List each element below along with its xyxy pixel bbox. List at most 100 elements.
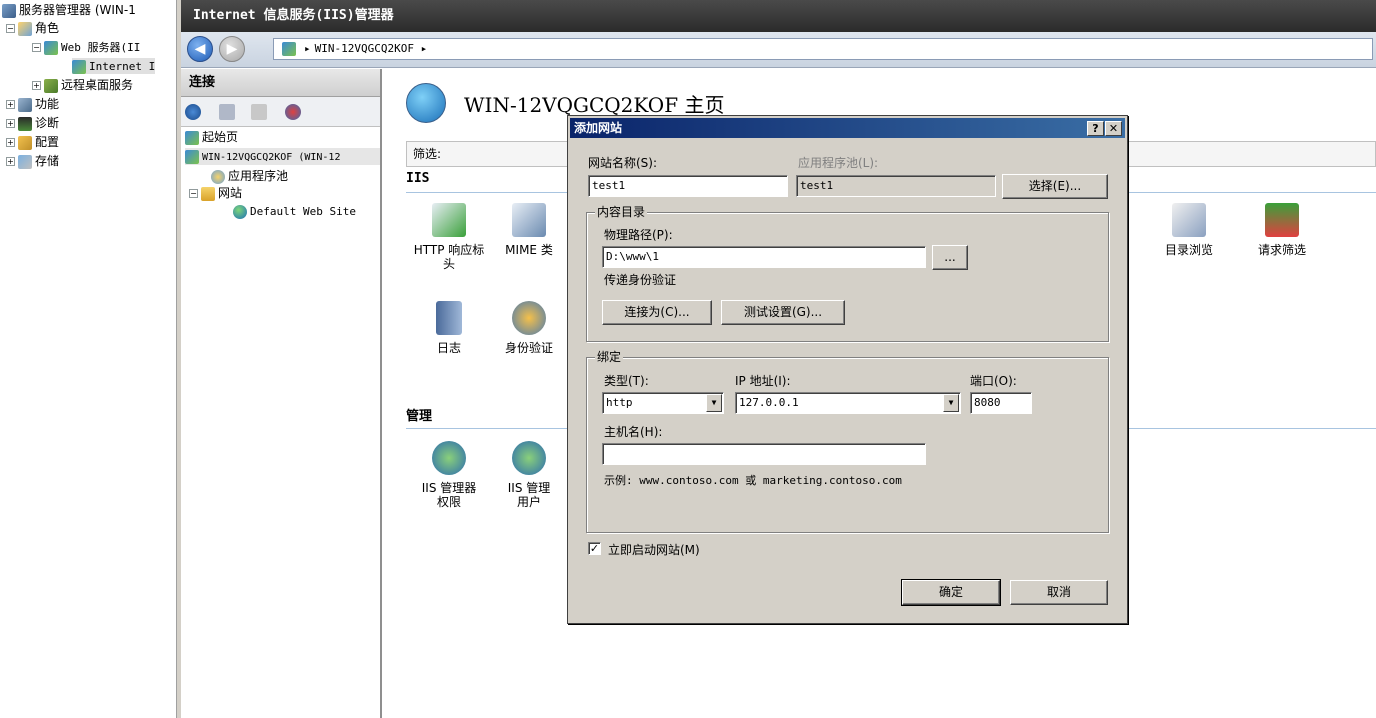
expand-icon[interactable]: + (6, 138, 15, 147)
rds-icon (44, 78, 58, 93)
collapse-icon[interactable]: − (6, 24, 15, 33)
feature-iis-manager-users[interactable]: IIS 管理 用户 (489, 441, 569, 509)
browse-button[interactable]: ... (932, 245, 968, 270)
test-settings-button[interactable]: 测试设置(G)... (721, 300, 845, 325)
server-icon (282, 42, 296, 56)
address-bar: ◀ ▶ ▸ WIN-12VQGCQ2KOF ▸ (181, 32, 1376, 68)
server-icon (185, 149, 199, 164)
feature-mime[interactable]: MIME 类 (489, 203, 569, 257)
expand-icon[interactable]: + (6, 157, 15, 166)
start-now-checkbox[interactable]: ✓ (588, 542, 601, 555)
server-globe-icon (406, 83, 446, 123)
web-server-icon (44, 40, 58, 55)
add-website-dialog: 添加网站 ? ✕ 网站名称(S): test1 应用程序池(L): test1 … (567, 115, 1128, 624)
start-now-label: 立即启动网站(M) (608, 543, 700, 557)
feature-http-headers[interactable]: HTTP 响应标 头 (404, 203, 494, 271)
select-app-pool-button[interactable]: 选择(E)... (1002, 174, 1108, 199)
tree-item-app-pools[interactable]: 应用程序池 (211, 168, 288, 185)
port-label: 端口(O): (970, 374, 1017, 388)
connect-as-button[interactable]: 连接为(C)... (602, 300, 712, 325)
tree-item-start-page[interactable]: 起始页 (185, 129, 238, 146)
port-field[interactable]: 8080 (970, 392, 1032, 414)
storage-icon (18, 154, 32, 169)
tree-item-server-manager[interactable]: 服务器管理器 (WIN-1 (2, 2, 136, 18)
physical-path-label: 物理路径(P): (604, 228, 673, 242)
host-name-field[interactable] (602, 443, 926, 465)
connections-pane: 连接 起始页 WIN-12VQGCQ2KOF (WIN-12 应用程序池 − 网站… (181, 69, 382, 718)
feature-directory-browsing[interactable]: 目录浏览 (1144, 203, 1234, 257)
iis-title-bar: Internet 信息服务(IIS)管理器 (181, 0, 1376, 32)
pass-through-auth-label: 传递身份验证 (604, 273, 677, 287)
server-manager-icon (2, 3, 16, 18)
authentication-icon (512, 301, 546, 335)
dialog-title-bar: 添加网站 ? ✕ (570, 118, 1125, 138)
app-pool-label: 应用程序池(L): (798, 156, 879, 170)
start-page-icon (185, 130, 199, 145)
diagnostics-icon (18, 116, 32, 131)
host-name-example: 示例: www.contoso.com 或 marketing.contoso.… (604, 474, 902, 487)
forward-button[interactable]: ▶ (219, 36, 245, 62)
sites-folder-icon (201, 186, 215, 201)
tree-item-rds[interactable]: + 远程桌面服务 (32, 77, 133, 93)
type-select[interactable]: http ▼ (602, 392, 724, 414)
tree-item-server[interactable]: WIN-12VQGCQ2KOF (WIN-12 (185, 148, 380, 165)
ip-address-label: IP 地址(I): (735, 374, 791, 388)
feature-request-filtering[interactable]: 请求筛选 (1237, 203, 1327, 257)
tree-item-features[interactable]: + 功能 (6, 96, 59, 112)
back-button[interactable]: ◀ (187, 36, 213, 62)
host-name-label: 主机名(H): (604, 425, 663, 439)
section-management-heading: 管理 (406, 409, 433, 424)
help-button[interactable]: ? (1087, 121, 1104, 136)
features-icon (18, 97, 32, 112)
tree-item-roles[interactable]: − 角色 (6, 20, 59, 36)
directory-browsing-icon (1172, 203, 1206, 237)
request-filtering-icon (1265, 203, 1299, 237)
close-button[interactable]: ✕ (1105, 121, 1122, 136)
http-headers-icon (432, 203, 466, 237)
tree-item-storage[interactable]: + 存储 (6, 153, 59, 169)
physical-path-field[interactable]: D:\www\1 (602, 246, 926, 268)
ok-button[interactable]: 确定 (901, 579, 1001, 606)
address-box[interactable]: ▸ WIN-12VQGCQ2KOF ▸ (273, 38, 1373, 60)
iis-icon (72, 59, 86, 74)
connect-icon[interactable] (185, 104, 201, 120)
tree-item-default-web-site[interactable]: Default Web Site (233, 203, 356, 220)
disconnect-icon[interactable] (285, 104, 301, 120)
users-icon (512, 441, 546, 475)
app-pool-field: test1 (796, 175, 996, 197)
breadcrumb-arrow-icon: ▸ (304, 42, 311, 55)
feature-iis-manager-permissions[interactable]: IIS 管理器 权限 (404, 441, 494, 509)
cancel-button[interactable]: 取消 (1010, 580, 1108, 605)
ip-address-select[interactable]: 127.0.0.1 ▼ (735, 392, 961, 414)
globe-icon (233, 204, 247, 219)
save-icon[interactable] (219, 104, 235, 120)
expand-icon[interactable]: + (6, 100, 15, 109)
tree-item-configuration[interactable]: + 配置 (6, 134, 59, 150)
tree-item-diagnostics[interactable]: + 诊断 (6, 115, 59, 131)
expand-icon[interactable]: + (6, 119, 15, 128)
section-iis-heading: IIS (406, 171, 430, 186)
users-icon (432, 441, 466, 475)
server-manager-tree: 服务器管理器 (WIN-1 − 角色 − Web 服务器(II Internet I… (0, 0, 177, 718)
app-pools-icon (211, 169, 225, 184)
connections-toolbar (181, 97, 380, 127)
collapse-icon[interactable]: − (32, 43, 41, 52)
type-label: 类型(T): (604, 374, 649, 388)
logging-icon (436, 301, 462, 335)
tree-item-iis[interactable]: Internet I (72, 58, 156, 74)
configuration-icon (18, 135, 32, 150)
expand-icon[interactable]: + (32, 81, 41, 90)
dropdown-arrow-icon[interactable]: ▼ (706, 394, 722, 412)
feature-logging[interactable]: 日志 (404, 301, 494, 355)
feature-authentication[interactable]: 身份验证 (489, 301, 569, 355)
mime-icon (512, 203, 546, 237)
tree-item-sites[interactable]: − 网站 (189, 185, 242, 202)
up-icon[interactable] (251, 104, 267, 120)
site-name-field[interactable]: test1 (588, 175, 788, 197)
connections-header: 连接 (181, 69, 380, 97)
collapse-icon[interactable]: − (189, 189, 198, 198)
roles-icon (18, 21, 32, 36)
dropdown-arrow-icon[interactable]: ▼ (943, 394, 959, 412)
tree-item-web-server[interactable]: − Web 服务器(II (32, 39, 140, 55)
connections-tree: 起始页 WIN-12VQGCQ2KOF (WIN-12 应用程序池 − 网站 De… (181, 127, 380, 707)
